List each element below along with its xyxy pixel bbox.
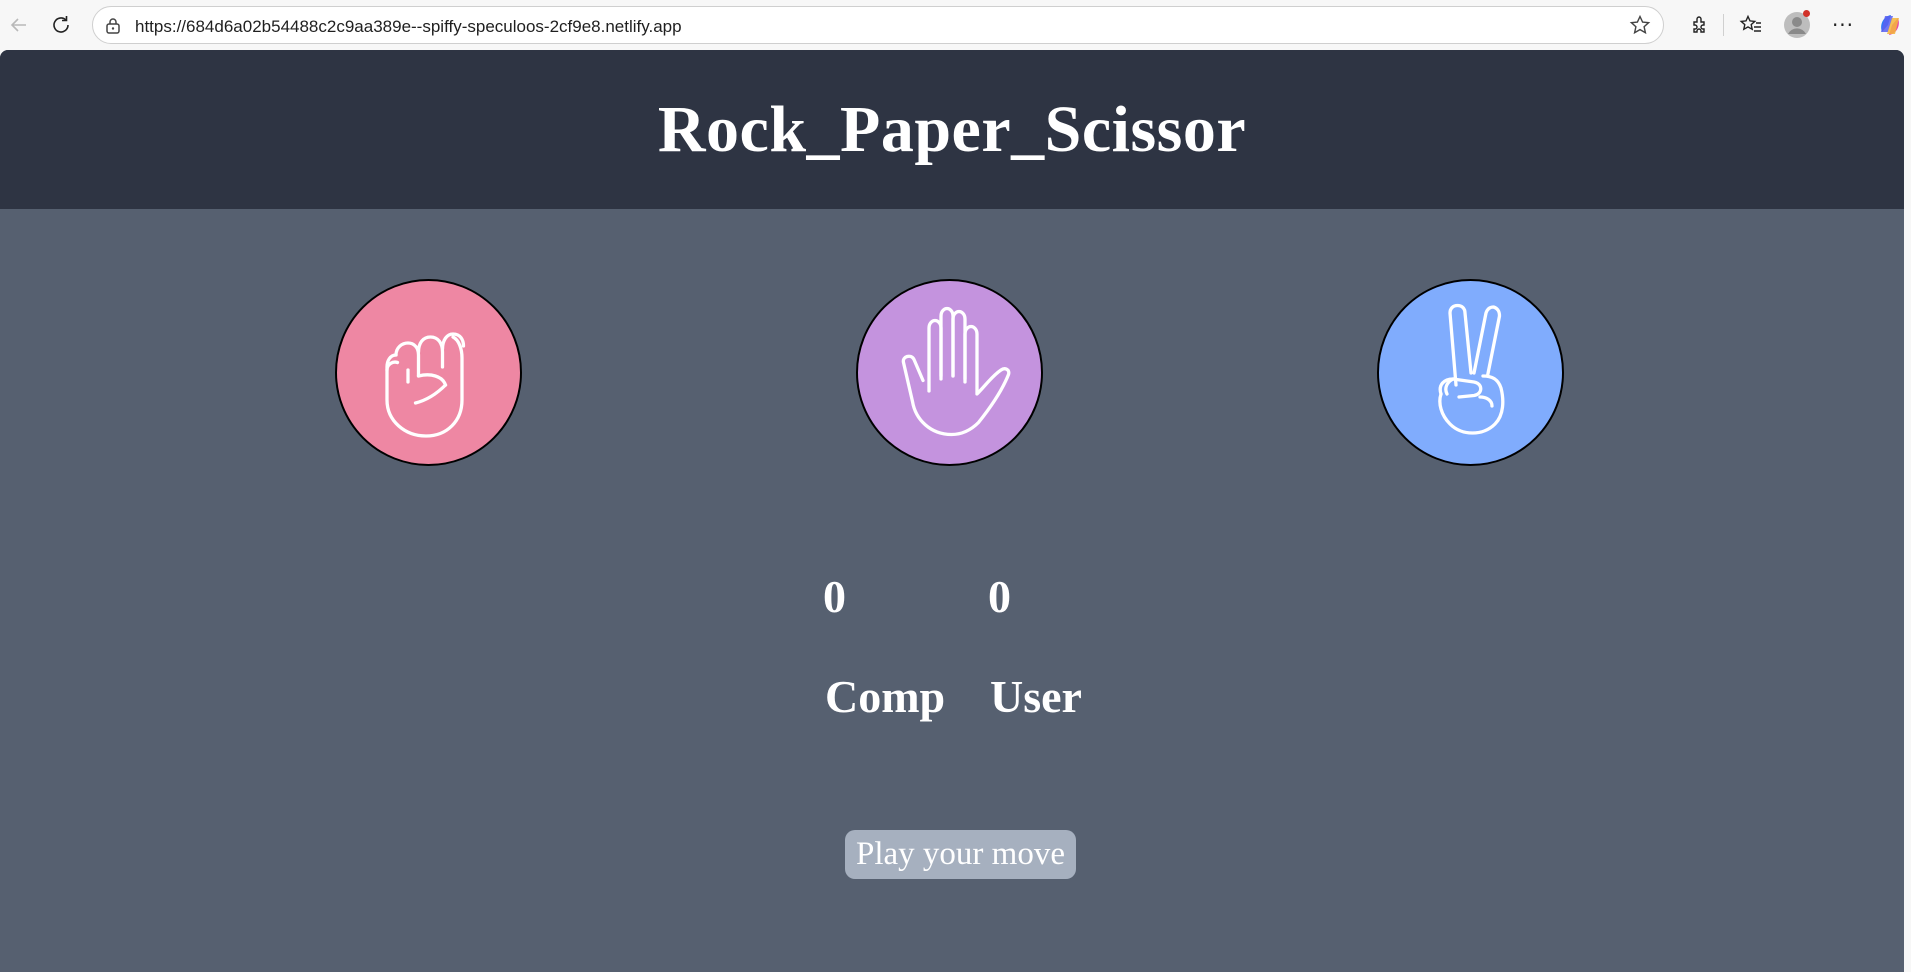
page-header: Rock_Paper_Scissor <box>0 50 1904 209</box>
paper-choice[interactable] <box>856 279 1043 466</box>
browser-toolbar: https://684d6a02b54488c2c9aa389e--spiffy… <box>0 0 1911 50</box>
extensions-icon <box>1693 16 1705 33</box>
user-label: User <box>990 671 1082 722</box>
favorites-icon <box>1739 14 1761 32</box>
address-bar[interactable]: https://684d6a02b54488c2c9aa389e--spiffy… <box>92 6 1664 44</box>
profile-button[interactable] <box>1782 10 1812 40</box>
reload-icon <box>53 16 69 33</box>
url-text[interactable]: https://684d6a02b54488c2c9aa389e--spiffy… <box>135 17 682 37</box>
fist-icon <box>384 331 465 438</box>
more-icon: ··· <box>1831 13 1855 37</box>
copilot-icon <box>1881 15 1899 35</box>
user-score: 0 <box>988 571 1011 622</box>
comp-score: 0 <box>823 571 846 622</box>
scrollbar-gutter <box>1904 50 1911 972</box>
toolbar-separator <box>1723 14 1724 36</box>
open-hand-icon <box>901 306 1010 436</box>
scissor-choice[interactable] <box>1377 279 1564 466</box>
page-viewport: Rock_Paper_Scissor 0 0 Comp User Play yo… <box>0 50 1904 972</box>
notification-dot <box>1803 10 1810 17</box>
copilot-button[interactable] <box>1875 10 1905 40</box>
reload-button[interactable] <box>44 8 78 42</box>
comp-label: Comp <box>825 671 946 722</box>
rock-choice[interactable] <box>335 279 522 466</box>
extensions-button[interactable] <box>1686 10 1716 40</box>
lock-icon[interactable] <box>103 16 123 36</box>
back-button[interactable] <box>2 8 36 42</box>
favorites-button[interactable] <box>1736 10 1766 40</box>
status-message: Play your move <box>845 830 1076 879</box>
favorite-star-icon[interactable] <box>1629 14 1651 36</box>
page-title: Rock_Paper_Scissor <box>657 92 1247 166</box>
more-button[interactable]: ··· <box>1828 10 1858 40</box>
victory-hand-icon <box>1437 303 1504 435</box>
back-icon <box>10 18 26 32</box>
